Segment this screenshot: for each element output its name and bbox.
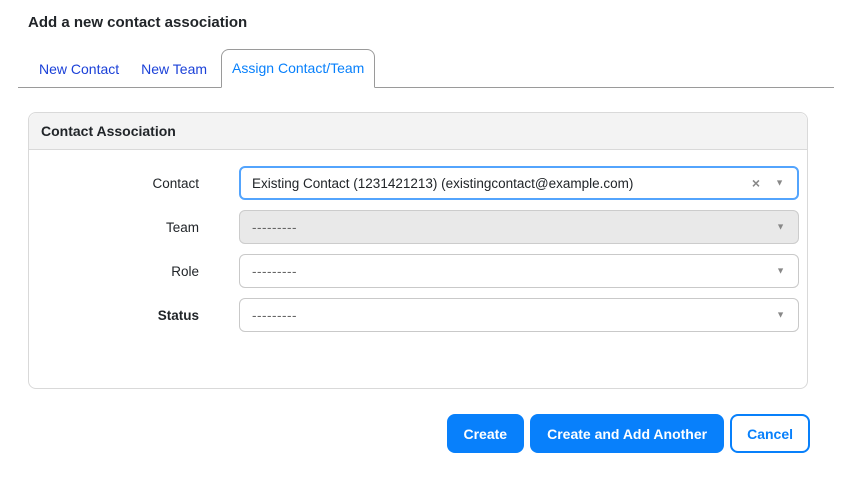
contact-select[interactable]: Existing Contact (1231421213) (existingc… <box>239 166 799 200</box>
cancel-button[interactable]: Cancel <box>730 414 810 453</box>
tab-new-team[interactable]: New Team <box>130 51 218 87</box>
form-row-contact: Contact Existing Contact (1231421213) (e… <box>29 166 807 200</box>
contact-select-value: Existing Contact (1231421213) (existingc… <box>252 175 634 191</box>
tab-new-contact-label: New Contact <box>39 61 120 77</box>
tab-bar: New Contact New Team Assign Contact/Team <box>18 49 834 88</box>
status-label: Status <box>157 307 199 323</box>
chevron-down-icon: ▼ <box>775 177 784 188</box>
role-select-value: --------- <box>252 263 297 279</box>
form-row-status: Status --------- ▼ <box>29 298 807 332</box>
team-select-value: --------- <box>252 219 297 235</box>
panel-title: Contact Association <box>41 123 176 139</box>
contact-association-panel: Contact Association Contact Existing Con… <box>28 112 808 389</box>
tab-assign-contact-team[interactable]: Assign Contact/Team <box>221 49 376 88</box>
status-select-value: --------- <box>252 307 297 323</box>
create-button[interactable]: Create <box>446 414 525 453</box>
tab-new-team-label: New Team <box>141 61 208 77</box>
tab-assign-contact-team-label: Assign Contact/Team <box>232 60 365 76</box>
clear-selection-icon[interactable]: × <box>752 176 760 190</box>
panel-body: Contact Existing Contact (1231421213) (e… <box>29 150 807 388</box>
role-label: Role <box>171 263 199 279</box>
team-select: --------- ▼ <box>239 210 799 244</box>
form-row-team: Team --------- ▼ <box>29 210 807 244</box>
chevron-down-icon: ▼ <box>776 221 785 232</box>
page-title: Add a new contact association <box>28 14 248 31</box>
chevron-down-icon: ▼ <box>776 265 785 276</box>
tab-new-contact[interactable]: New Contact <box>28 51 130 87</box>
create-and-add-another-button[interactable]: Create and Add Another <box>530 414 725 453</box>
form-actions: Create Create and Add Another Cancel <box>0 414 810 453</box>
role-select[interactable]: --------- ▼ <box>239 254 799 288</box>
add-contact-association-page: Add a new contact association New Contac… <box>0 14 852 453</box>
chevron-down-icon: ▼ <box>776 309 785 320</box>
panel-header: Contact Association <box>29 113 807 150</box>
team-label: Team <box>165 219 199 235</box>
form-row-role: Role --------- ▼ <box>29 254 807 288</box>
contact-label: Contact <box>152 175 199 191</box>
status-select[interactable]: --------- ▼ <box>239 298 799 332</box>
